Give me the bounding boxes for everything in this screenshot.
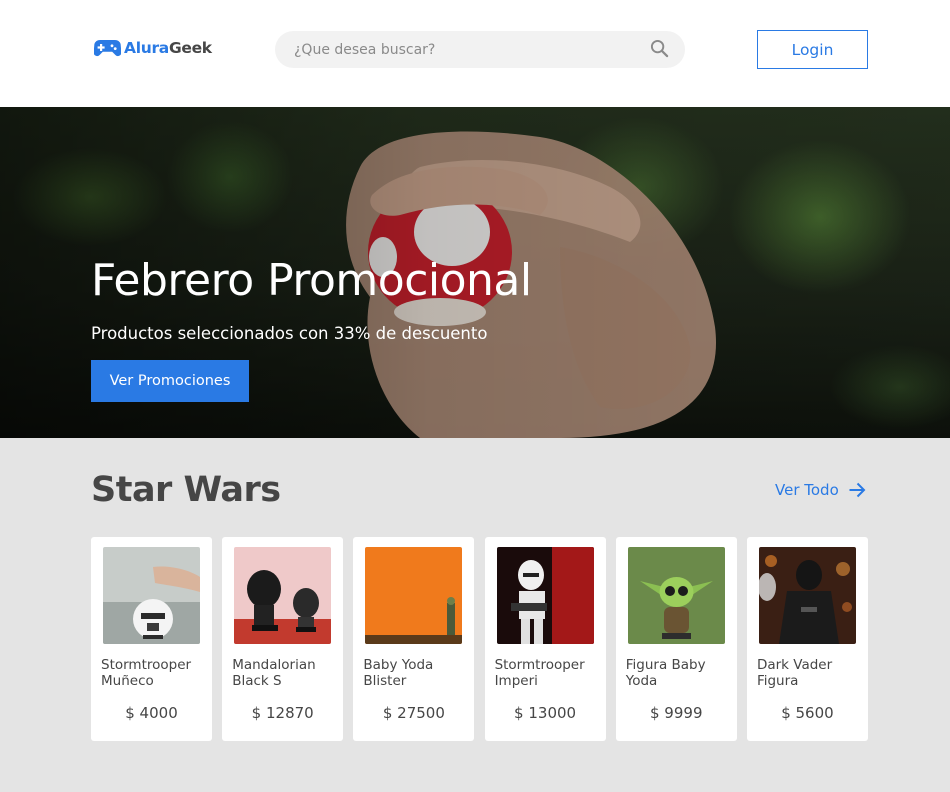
product-image-baby-yoda[interactable] <box>627 547 725 644</box>
product-image-stormtrooper[interactable] <box>103 547 200 644</box>
product-price: $ 9999 <box>650 704 703 722</box>
logo-text-alura: Alura <box>124 39 169 57</box>
see-all-label: Ver Todo <box>775 481 839 499</box>
product-name: Stormtrooper Muñeco <box>101 657 192 689</box>
product-name: Figura Baby Yoda <box>625 657 706 689</box>
see-all-link[interactable]: Ver Todo <box>775 481 866 499</box>
gamepad-icon <box>94 40 121 57</box>
alurageek-logo[interactable]: AluraGeek <box>94 36 212 60</box>
logo-text-geek: Geek <box>168 39 212 57</box>
hero-title: Febrero Promocional <box>91 255 532 306</box>
see-promotions-button[interactable]: Ver Promociones <box>91 360 249 402</box>
product-name: Stormtrooper Imperi <box>494 657 585 689</box>
product-name: Mandalorian Black S <box>232 657 316 689</box>
product-name: Baby Yoda Blister <box>363 657 434 689</box>
product-card[interactable]: Dark Vader Figura $ 5600 <box>746 537 868 741</box>
category-title: Star Wars <box>91 470 281 510</box>
arrow-right-icon <box>849 482 866 498</box>
search-bar <box>275 31 685 68</box>
product-price: $ 27500 <box>382 704 445 722</box>
product-price: $ 13000 <box>514 704 577 722</box>
product-image-dark-vader[interactable] <box>758 547 856 644</box>
product-card[interactable]: Figura Baby Yoda $ 9999 <box>615 537 737 741</box>
product-name: Dark Vader Figura <box>756 657 833 689</box>
product-price: $ 5600 <box>781 704 834 722</box>
search-input[interactable] <box>275 31 685 68</box>
product-price: $ 4000 <box>125 704 178 722</box>
logo-text: AluraGeek <box>124 39 212 57</box>
site-header: AluraGeek Login <box>0 0 950 107</box>
search-icon[interactable] <box>650 39 669 58</box>
product-image-stormtrooper-imperial[interactable] <box>496 547 594 644</box>
login-button[interactable]: Login <box>757 30 868 69</box>
product-card[interactable]: Baby Yoda Blister $ 27500 <box>353 537 475 741</box>
product-price: $ 12870 <box>251 704 314 722</box>
product-image-baby-yoda-blister[interactable] <box>365 547 463 644</box>
hero-banner: Febrero Promocional Productos selecciona… <box>0 107 950 438</box>
product-card[interactable]: Stormtrooper Muñeco $ 4000 <box>91 537 212 741</box>
hero-subtitle: Productos seleccionados con 33% de descu… <box>91 324 488 343</box>
product-list: Stormtrooper Muñeco $ 4000 Mandalorian B… <box>91 537 868 741</box>
product-image-mandalorian[interactable] <box>234 547 332 644</box>
product-card[interactable]: Stormtrooper Imperi $ 13000 <box>484 537 606 741</box>
product-card[interactable]: Mandalorian Black S $ 12870 <box>222 537 344 741</box>
